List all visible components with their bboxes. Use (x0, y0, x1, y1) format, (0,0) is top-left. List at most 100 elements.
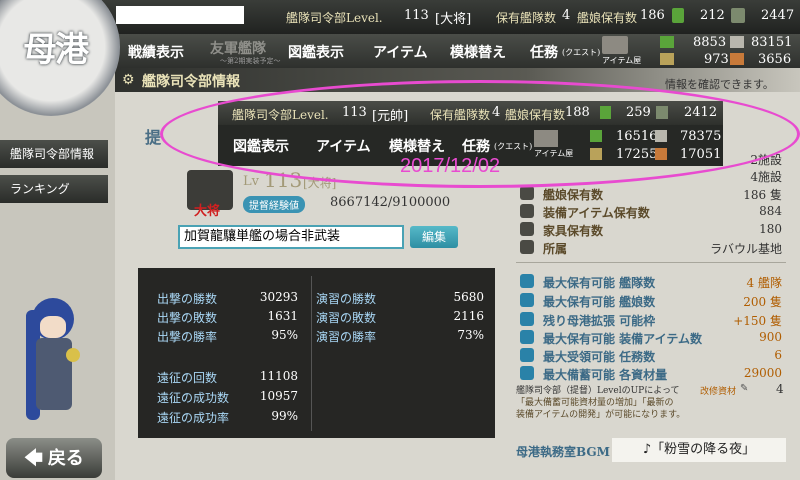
note-line: 装備アイテムの開発」が可能になります。 (516, 410, 686, 420)
ammo-count: 973 (704, 52, 729, 67)
rank-bracket: [大将] (435, 12, 472, 27)
bgm-label: 母港執務室BGM (516, 445, 610, 459)
limit-label: 最大備蓄可能 各資材量 (543, 368, 668, 382)
limit-label: 残り母港拡張 可能枠 (543, 314, 656, 328)
bucket-count: 212 (700, 8, 725, 23)
ship-count-label: 艦娘保有数 (577, 11, 638, 25)
ship-limit-icon (520, 293, 534, 307)
bucket-icon (672, 8, 684, 23)
stat-value: 1631 (267, 309, 298, 323)
stat-label: 演習の勝率 (316, 330, 377, 344)
comment-field[interactable]: 加賀龍驤単艦の場合非武装 (178, 225, 404, 249)
bgm-selector[interactable]: ♪「粉雪の降る夜」 (612, 438, 786, 462)
page-title: 艦隊司令部情報 (142, 74, 240, 90)
nav-quests[interactable]: 任務 (530, 42, 558, 62)
limit-value: 900 (759, 330, 782, 344)
stat-value: 73% (457, 328, 484, 342)
back-arrow-icon: 🡄 (24, 448, 43, 468)
nav-furniture[interactable]: 模様替え (450, 42, 506, 62)
fleet-count-label: 保有艦隊数 (496, 11, 557, 25)
item-shop-label[interactable]: アイテム屋 (602, 55, 641, 66)
ship-count: 186 (640, 8, 665, 23)
limit-label: 最大保有可能 艦娘数 (543, 295, 656, 309)
resource-limit-icon (520, 366, 534, 380)
sidebar-item-hq-info[interactable]: 艦隊司令部情報 (0, 140, 108, 168)
affiliation-label: 所属 (543, 242, 568, 256)
limit-label: 最大保有可能 艦隊数 (543, 276, 656, 290)
affiliation-value: ラバウル基地 (710, 242, 782, 256)
stat-label: 出撃の勝数 (157, 292, 218, 306)
stat-label: 演習の敗数 (316, 311, 377, 325)
exp-label: 提督経験値 (243, 196, 305, 213)
limit-value: 29000 (743, 366, 782, 380)
furniture-count-label: 家具保有数 (543, 224, 604, 238)
divider (516, 262, 786, 263)
quest-limit-icon (520, 348, 534, 362)
stat-value: 99% (271, 409, 298, 423)
home-port-logo-text: 母港 (23, 30, 89, 70)
nav-friend-fleet: 友軍艦隊 (210, 41, 266, 57)
rank-badge: 大将 (194, 204, 221, 219)
item-shop-icon[interactable] (602, 36, 628, 54)
stat-label: 出撃の敗数 (157, 311, 218, 325)
edit-comment-button[interactable]: 編集 (410, 226, 458, 248)
sidebar-item-ranking[interactable]: ランキング (0, 175, 108, 203)
base-icon (520, 240, 534, 254)
fuel-icon (660, 36, 674, 48)
fleet-limit-icon (520, 274, 534, 288)
fuel-count: 8853 (693, 35, 727, 50)
stat-label: 演習の勝数 (316, 292, 377, 306)
equip-count-label: 装備アイテム保有数 (543, 206, 650, 220)
limit-value: 4 艦隊 (746, 276, 782, 290)
limit-value: 200 隻 (743, 295, 782, 309)
admiral-name-box (116, 6, 244, 24)
limit-value: +150 隻 (733, 314, 782, 328)
furniture-count-value: 180 (759, 222, 782, 236)
stat-value: 5680 (453, 290, 484, 304)
stat-label: 出撃の勝率 (157, 330, 218, 344)
note-line: 艦隊司令部（提督）LevelのUPによって (516, 386, 680, 396)
back-button[interactable]: 🡄 戻る (6, 438, 102, 478)
overlay-date: 2017/12/02 (400, 155, 501, 177)
secretary-ship-character (18, 280, 88, 430)
limit-value: 6 (774, 348, 782, 362)
equip-count-value: 884 (759, 204, 782, 218)
nav-encyclopedia[interactable]: 図鑑表示 (288, 42, 344, 62)
level-label: Lv (243, 174, 259, 189)
steel-icon (730, 36, 744, 48)
bauxite-count: 3656 (758, 52, 792, 67)
hint-text: 情報を確認できます。 (665, 78, 774, 91)
devmat-count: 2447 (761, 8, 795, 23)
stat-label: 遠征の回数 (157, 371, 218, 385)
equipment-icon (520, 204, 534, 218)
ship-count-value: 186 隻 (743, 188, 782, 202)
profile-heading: 提 (145, 128, 162, 147)
devmat-icon (731, 8, 745, 23)
stat-value: 30293 (259, 290, 298, 304)
equipment-limit-icon (520, 330, 534, 344)
quest-suffix: (クエスト) (562, 48, 601, 57)
stat-label: 遠征の成功数 (157, 391, 230, 405)
limit-label: 最大保有可能 装備アイテム数 (543, 332, 702, 346)
gear-icon: ⚙ (122, 72, 135, 88)
level-up-note: 艦隊司令部（提督）LevelのUPによって 「最大備蓄可能資材量の増加」「最新の… (516, 385, 716, 421)
note-line: 「最大備蓄可能資材量の増加」「最新の (516, 398, 674, 408)
stat-value: 11108 (259, 369, 298, 383)
stats-divider (311, 276, 312, 431)
stat-label: 遠征の成功率 (157, 411, 230, 425)
nav-items[interactable]: アイテム (373, 42, 428, 62)
exp-value: 8667142/9100000 (330, 195, 451, 210)
stat-value: 95% (271, 328, 298, 342)
ammo-icon (660, 53, 674, 65)
improvement-material-label: 改修資材 (700, 387, 737, 397)
fleet-count: 4 (562, 8, 571, 23)
steel-count: 83151 (751, 35, 793, 50)
stat-value: 10957 (259, 389, 298, 403)
limit-label: 最大受領可能 任務数 (543, 350, 656, 364)
nav-battle-record[interactable]: 戦績表示 (128, 42, 184, 62)
wrench-icon: ✎ (740, 383, 749, 394)
expansion-icon (520, 312, 534, 326)
friend-fleet-note: ～第2期実装予定～ (220, 57, 281, 65)
bauxite-icon (730, 53, 744, 65)
improvement-material-value: 4 (776, 382, 784, 396)
